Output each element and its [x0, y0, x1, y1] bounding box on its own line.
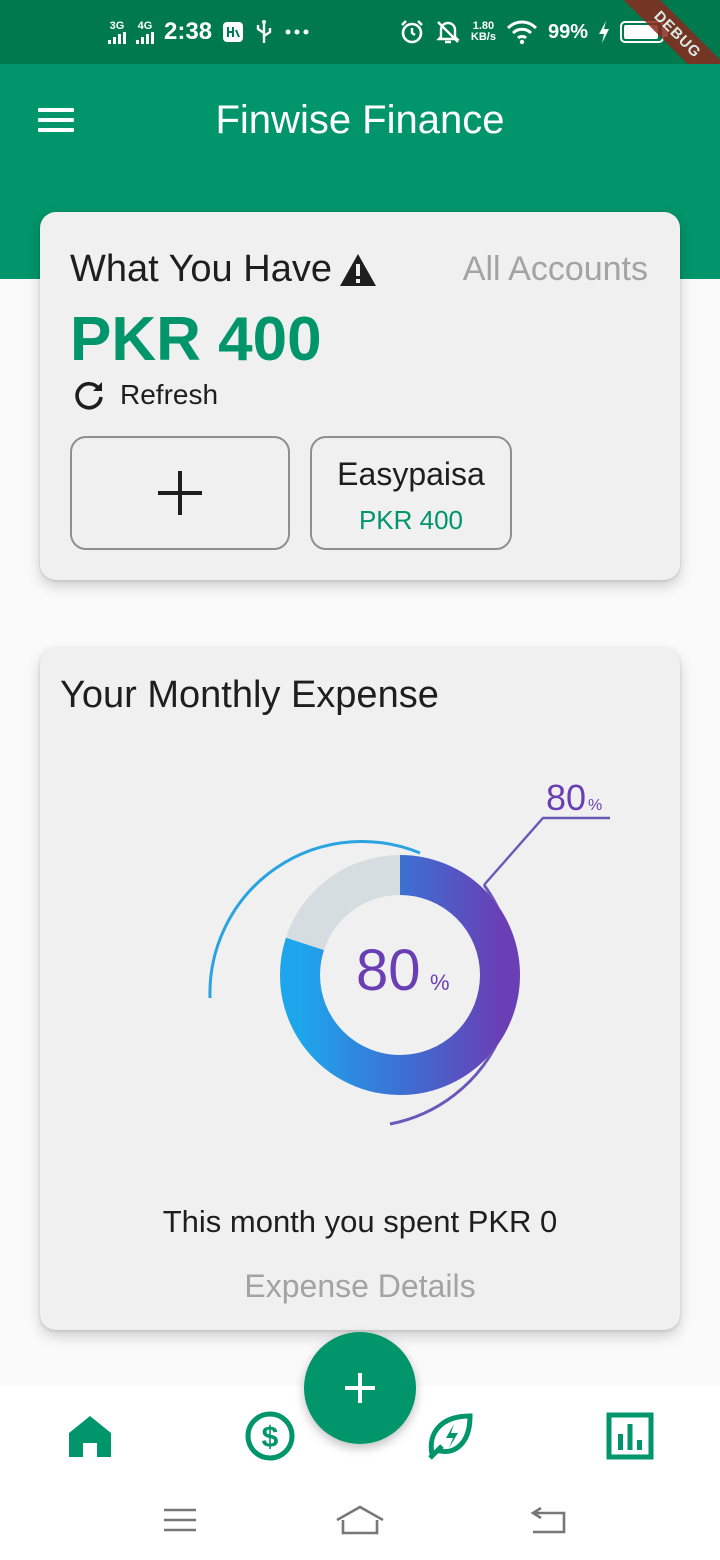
- eco-leaf-icon: [428, 1413, 473, 1460]
- refresh-button[interactable]: Refresh: [72, 378, 218, 412]
- spent-summary: This month you spent PKR 0: [162, 1204, 558, 1239]
- network-type-label: 4G: [137, 19, 153, 32]
- center-unit: %: [430, 970, 450, 995]
- status-left: 3G 4G 2:38: [108, 18, 310, 46]
- bell-mute-icon: [436, 21, 460, 44]
- callout-unit: %: [588, 797, 602, 814]
- nav-transactions[interactable]: $: [242, 1408, 298, 1464]
- balance-card-header: What You Have: [70, 248, 378, 291]
- system-home-button[interactable]: [330, 1500, 390, 1540]
- status-right: 1.80 KB/s 99%: [399, 19, 668, 45]
- account-name: Easypaisa: [337, 456, 485, 492]
- system-back-button[interactable]: [518, 1500, 578, 1540]
- expense-donut-chart: 80 % 80 %: [208, 777, 610, 1126]
- more-dots-icon: [285, 29, 309, 35]
- expense-card-title: Your Monthly Expense: [60, 674, 439, 716]
- callout-line: [483, 816, 610, 886]
- home-icon: [69, 1416, 111, 1457]
- status-bar: 3G 4G 2:38 1.80 KB/s 99%: [0, 0, 720, 64]
- expense-details-link[interactable]: Expense Details: [40, 1268, 680, 1305]
- network-type-label: 3G: [109, 19, 125, 32]
- network-speed: 1.80 KB/s: [471, 21, 496, 43]
- signal-bars-icon: [108, 31, 126, 44]
- all-accounts-link[interactable]: All Accounts: [463, 250, 648, 289]
- signal-bars-icon: [136, 31, 154, 44]
- nav-reports[interactable]: [602, 1408, 658, 1464]
- center-value: 80: [356, 938, 421, 1003]
- screen: 3G 4G 2:38 1.80 KB/s 99% DEBUG Finwise F…: [0, 0, 720, 1560]
- svg-text:$: $: [262, 1421, 279, 1454]
- signal-4g: 4G: [136, 19, 154, 44]
- account-tile-easypaisa[interactable]: Easypaisa PKR 400: [310, 436, 512, 550]
- home-icon: [336, 1505, 384, 1535]
- battery-percent: 99%: [547, 20, 588, 43]
- speed-unit: KB/s: [470, 31, 496, 43]
- system-recents-button[interactable]: [150, 1500, 210, 1540]
- app-title: Finwise Finance: [215, 98, 505, 142]
- notification-app-icon: [223, 22, 244, 42]
- nav-home[interactable]: [62, 1408, 118, 1464]
- alarm-icon: [401, 20, 423, 44]
- clock: 2:38: [164, 18, 213, 45]
- plus-icon: [345, 1373, 375, 1403]
- back-icon: [530, 1506, 566, 1534]
- system-navigation-bar: [0, 1486, 720, 1560]
- add-account-button[interactable]: [70, 436, 290, 550]
- expense-card: Your Monthly Expense 80 % 80 % This mont…: [40, 648, 680, 1330]
- wifi-icon: [506, 20, 538, 45]
- bar-chart-icon: [606, 1412, 654, 1460]
- balance-card: What You Have All Accounts PKR 400 Refre…: [40, 212, 680, 580]
- total-balance: PKR 400: [70, 305, 322, 374]
- menu-icon: [164, 1508, 196, 1532]
- dollar-icon: $: [245, 1411, 295, 1461]
- nav-savings[interactable]: [422, 1408, 478, 1464]
- account-amount: PKR 400: [358, 505, 464, 535]
- callout-value: 80: [546, 777, 586, 818]
- warning-icon[interactable]: [338, 252, 378, 288]
- refresh-icon: [75, 381, 103, 410]
- usb-icon: [256, 20, 272, 43]
- refresh-label: Refresh: [120, 379, 219, 410]
- charging-bolt-icon: [599, 21, 609, 43]
- balance-card-title: What You Have: [70, 248, 332, 290]
- plus-icon: [158, 471, 202, 515]
- add-transaction-fab[interactable]: [304, 1332, 416, 1444]
- signal-3g: 3G: [108, 19, 126, 44]
